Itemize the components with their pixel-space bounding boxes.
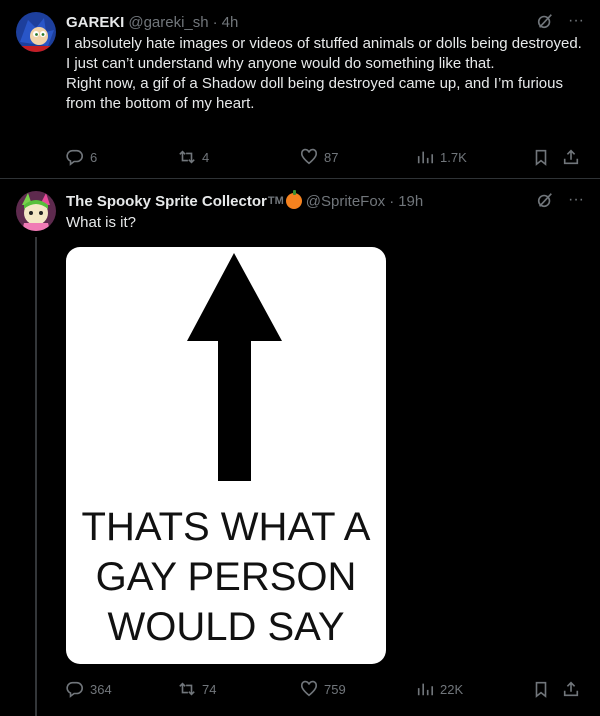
views-icon [417, 151, 434, 164]
timestamp[interactable]: 4h [222, 14, 239, 31]
separator-dot: · [212, 13, 218, 31]
timestamp[interactable]: 19h [398, 193, 423, 210]
reply-icon [66, 149, 83, 166]
meme-text-line: THATS WHAT A [81, 505, 371, 549]
like-count: 87 [324, 149, 339, 165]
tweet-text: What is it? [66, 213, 584, 233]
share-icon [563, 681, 579, 697]
action-bar: 6 4 87 1.7K [66, 147, 584, 167]
tweet-text-paragraph: I absolutely hate images or videos of st… [66, 35, 582, 72]
share-button[interactable] [562, 680, 580, 698]
handle[interactable]: @gareki_sh [128, 14, 208, 31]
tweet-text: I absolutely hate images or videos of st… [66, 34, 584, 114]
header-actions: ··· [536, 191, 584, 209]
reply-button[interactable]: 364 [66, 680, 112, 698]
bookmark-icon [535, 149, 547, 166]
like-count: 759 [324, 681, 346, 697]
display-name[interactable]: The Spooky Sprite Collector [66, 193, 267, 210]
retweet-count: 4 [202, 149, 210, 165]
more-icon[interactable]: ··· [568, 13, 584, 29]
pumpkin-icon [285, 190, 302, 209]
bookmark-button[interactable] [532, 148, 550, 166]
share-button[interactable] [562, 148, 580, 166]
heart-icon [300, 680, 318, 697]
tweet-image[interactable]: THATS WHAT A GAY PERSON WOULD SAY [66, 247, 386, 664]
retweet-button[interactable]: 74 [178, 680, 216, 698]
like-button[interactable]: 759 [300, 680, 346, 698]
tweet-text-paragraph: What is it? [66, 214, 137, 231]
heart-icon [300, 148, 318, 165]
views-count: 1.7K [440, 149, 467, 165]
reply-count: 6 [90, 149, 98, 165]
views-button[interactable]: 22K [416, 680, 463, 698]
avatar[interactable] [16, 12, 56, 52]
tweet-header: The Spooky Sprite Collector TM @SpriteFo… [66, 190, 584, 211]
share-icon [563, 149, 579, 165]
more-icon[interactable]: ··· [568, 192, 584, 208]
meme-text-line: GAY PERSON [95, 555, 357, 599]
display-name[interactable]: GAREKI [66, 14, 124, 31]
bookmark-button[interactable] [532, 680, 550, 698]
retweet-button[interactable]: 4 [178, 148, 209, 166]
trademark-badge: TM [267, 195, 284, 207]
tweet-gareki[interactable]: GAREKI @gareki_sh · 4h ··· I absolutely … [0, 0, 600, 178]
tweet-text-paragraph: Right now, a gif of a Shadow doll being … [66, 75, 563, 112]
grok-icon[interactable] [536, 12, 554, 30]
reply-count: 364 [90, 681, 112, 697]
tweet-content: The Spooky Sprite Collector TM @SpriteFo… [66, 190, 584, 233]
tweet-content: GAREKI @gareki_sh · 4h ··· I absolutely … [66, 12, 584, 114]
meme-text-line: WOULD SAY [107, 605, 345, 649]
separator-dot: · [389, 192, 395, 210]
retweet-icon [179, 682, 195, 696]
bookmark-icon [535, 681, 547, 698]
views-count: 22K [440, 681, 464, 697]
header-actions: ··· [536, 12, 584, 30]
handle[interactable]: @SpriteFox [306, 193, 385, 210]
reply-icon [66, 681, 83, 698]
action-bar: 364 74 759 22K [66, 679, 584, 699]
avatar[interactable] [16, 191, 56, 231]
tweet-spritefox[interactable]: The Spooky Sprite Collector TM @SpriteFo… [0, 179, 600, 716]
like-button[interactable]: 87 [300, 148, 338, 166]
views-button[interactable]: 1.7K [416, 148, 467, 166]
retweet-icon [179, 150, 195, 164]
retweet-count: 74 [202, 681, 217, 697]
grok-icon[interactable] [536, 191, 554, 209]
tweet-header: GAREKI @gareki_sh · 4h [66, 12, 584, 32]
up-arrow-icon [187, 253, 282, 481]
views-icon [417, 683, 434, 696]
reply-button[interactable]: 6 [66, 148, 97, 166]
thread-line [35, 237, 37, 716]
